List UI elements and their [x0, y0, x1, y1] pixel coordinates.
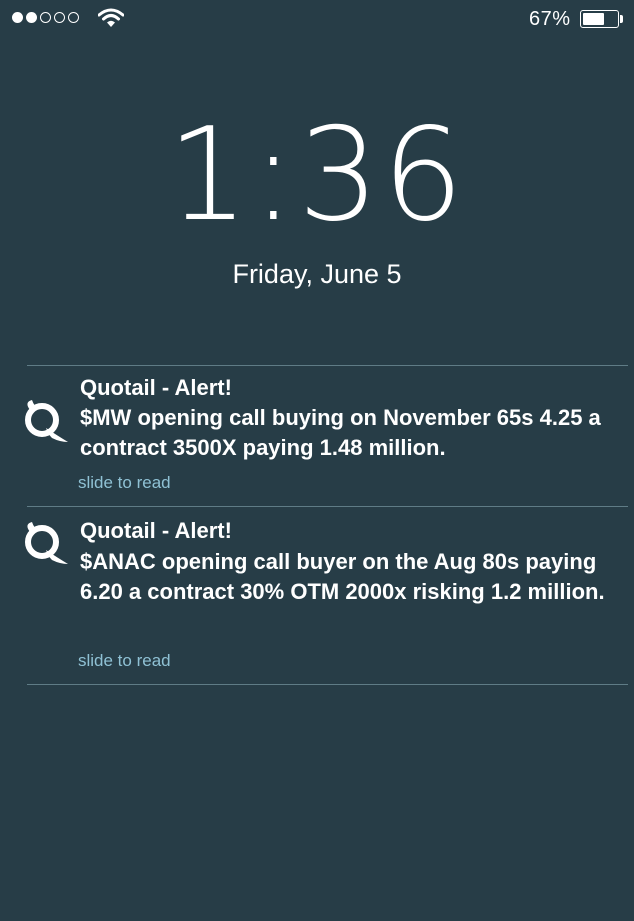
notification-title: Quotail - Alert! — [80, 518, 232, 543]
quotail-q-icon — [25, 522, 68, 564]
signal-dot — [12, 12, 23, 23]
battery-fill — [583, 13, 604, 25]
time-text: 1:36 — [167, 101, 467, 250]
signal-dot — [26, 12, 37, 23]
divider — [27, 506, 628, 507]
slide-to-read-label[interactable]: slide to read — [78, 473, 171, 493]
divider — [27, 684, 628, 685]
lock-screen-time: 1:36 — [0, 112, 634, 240]
notification-body: $MW opening call buying on November 65s … — [80, 405, 601, 460]
divider — [27, 365, 628, 366]
wifi-icon — [98, 8, 124, 27]
status-bar: 67% — [0, 0, 634, 40]
battery-percentage: 67% — [529, 8, 571, 30]
slide-to-read-label[interactable]: slide to read — [78, 651, 171, 671]
signal-strength-icon — [12, 12, 79, 23]
lock-screen-date: Friday, June 5 — [232, 259, 402, 289]
notification-title: Quotail - Alert! — [80, 375, 232, 400]
signal-dot — [68, 12, 79, 23]
notification-body: $ANAC opening call buyer on the Aug 80s … — [80, 549, 605, 604]
battery-icon — [580, 10, 619, 28]
battery-tip — [620, 15, 623, 23]
signal-dot — [40, 12, 51, 23]
quotail-q-icon — [25, 400, 68, 442]
signal-dot — [54, 12, 65, 23]
